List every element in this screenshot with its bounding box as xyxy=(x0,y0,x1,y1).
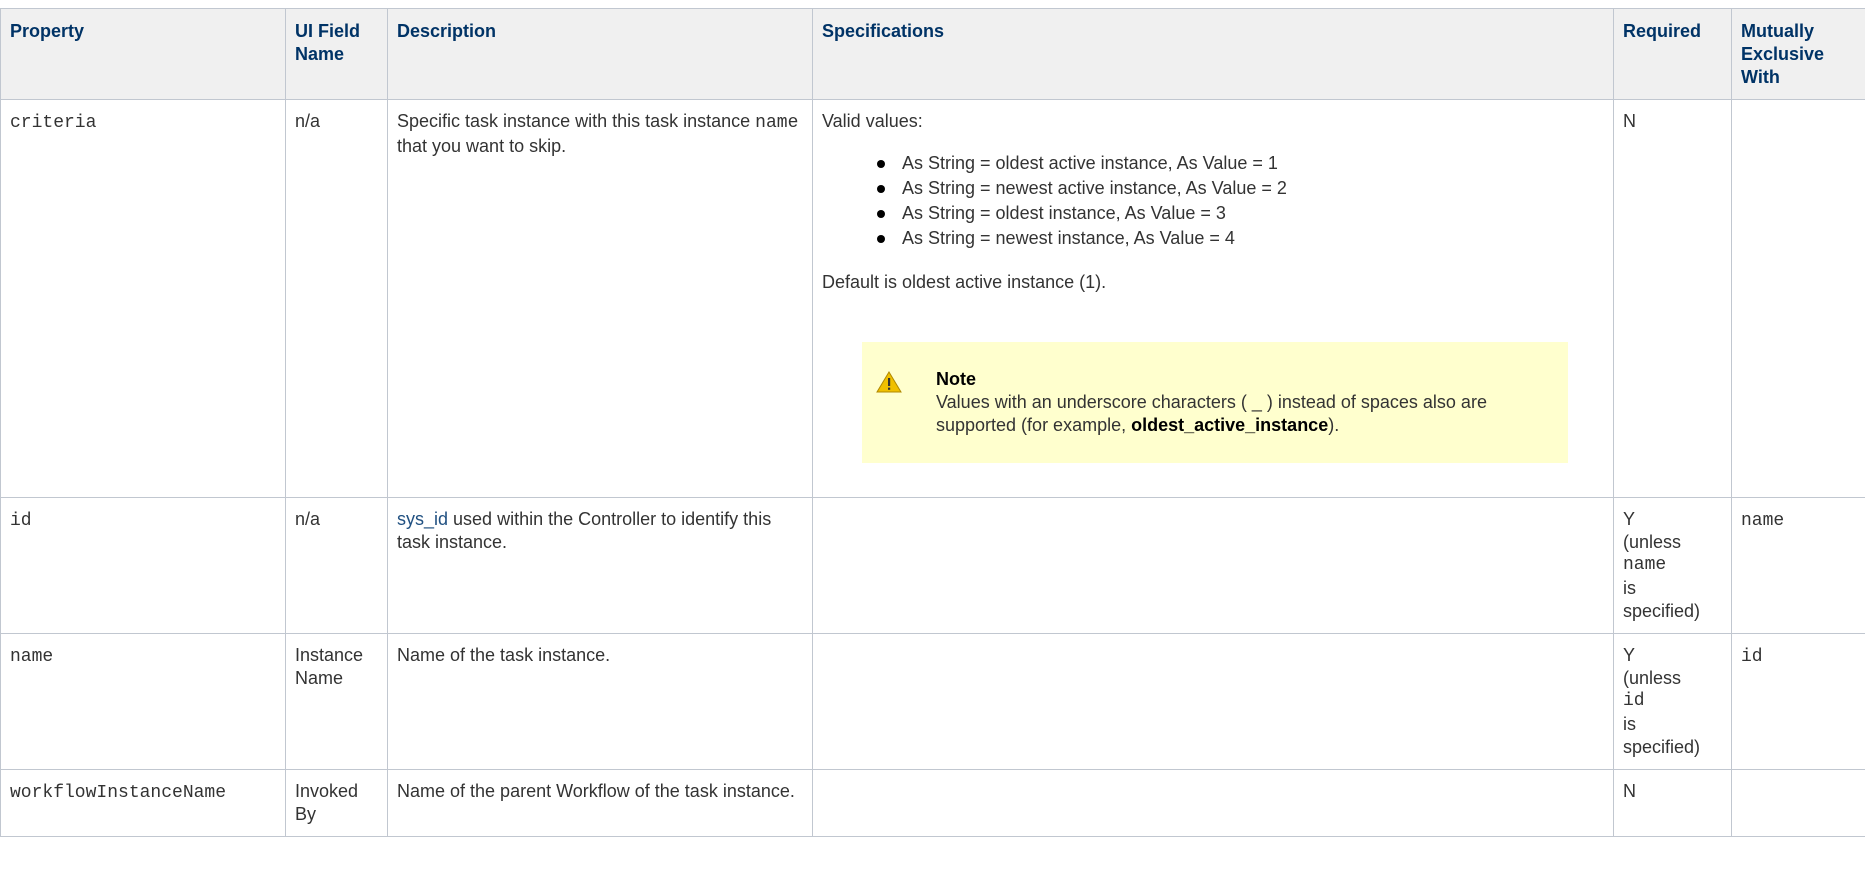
sys-id-link[interactable]: sys_id xyxy=(397,509,448,529)
table-row-criteria: criteria n/a Specific task instance with… xyxy=(1,100,1865,498)
cell-exclusive xyxy=(1732,770,1865,837)
list-item: As String = newest instance, As Value = … xyxy=(902,226,1604,251)
cell-ui-field: Invoked By xyxy=(286,770,388,837)
cell-required: N xyxy=(1614,770,1732,837)
cell-description: sys_id used within the Controller to ide… xyxy=(388,498,813,634)
valid-values-list: As String = oldest active instance, As V… xyxy=(822,151,1604,251)
cell-exclusive: id xyxy=(1732,634,1865,770)
note-body: Values with an underscore characters ( _… xyxy=(936,391,1548,437)
cell-required: Y (unless id is specified) xyxy=(1614,634,1732,770)
note-text: ). xyxy=(1328,415,1339,435)
required-text: specified) xyxy=(1623,736,1722,759)
property-name: criteria xyxy=(10,113,96,133)
header-property: Property xyxy=(1,9,286,100)
required-text: is xyxy=(1623,577,1722,600)
list-item: As String = oldest instance, As Value = … xyxy=(902,201,1604,226)
cell-exclusive xyxy=(1732,100,1865,498)
required-text: (unless xyxy=(1623,667,1722,690)
cell-required: N xyxy=(1614,100,1732,498)
cell-description: Specific task instance with this task in… xyxy=(388,100,813,498)
cell-property: id xyxy=(1,498,286,634)
exclusive-code: id xyxy=(1741,647,1763,667)
cell-specifications xyxy=(813,770,1614,837)
cell-ui-field: n/a xyxy=(286,100,388,498)
cell-ui-field: n/a xyxy=(286,498,388,634)
cell-specifications xyxy=(813,634,1614,770)
note-example: oldest_active_instance xyxy=(1131,415,1328,435)
property-name: id xyxy=(10,511,32,531)
required-code: name xyxy=(1623,554,1722,577)
header-specifications: Specifications xyxy=(813,9,1614,100)
required-text: (unless xyxy=(1623,531,1722,554)
property-name: name xyxy=(10,647,53,667)
spec-default: Default is oldest active instance (1). xyxy=(822,271,1604,294)
properties-table: Property UI Field Name Description Speci… xyxy=(0,8,1865,837)
cell-required: Y (unless name is specified) xyxy=(1614,498,1732,634)
note-title: Note xyxy=(936,368,1548,391)
cell-description: Name of the parent Workflow of the task … xyxy=(388,770,813,837)
table-row-id: id n/a sys_id used within the Controller… xyxy=(1,498,1865,634)
exclusive-code: name xyxy=(1741,511,1784,531)
warning-icon xyxy=(876,371,902,393)
header-required: Required xyxy=(1614,9,1732,100)
cell-specifications: Valid values: As String = oldest active … xyxy=(813,100,1614,498)
header-description: Description xyxy=(388,9,813,100)
required-value: Y xyxy=(1623,644,1722,667)
list-item: As String = oldest active instance, As V… xyxy=(902,151,1604,176)
desc-text: used within the Controller to identify t… xyxy=(397,509,771,552)
cell-ui-field: Instance Name xyxy=(286,634,388,770)
header-row: Property UI Field Name Description Speci… xyxy=(1,9,1865,100)
header-ui-field-name: UI Field Name xyxy=(286,9,388,100)
cell-description: Name of the task instance. xyxy=(388,634,813,770)
table-row-name: name Instance Name Name of the task inst… xyxy=(1,634,1865,770)
cell-property: workflowInstanceName xyxy=(1,770,286,837)
table-row-workflowinstancename: workflowInstanceName Invoked By Name of … xyxy=(1,770,1865,837)
note-panel: Note Values with an underscore character… xyxy=(862,342,1568,463)
desc-text: that you want to skip. xyxy=(397,136,566,156)
desc-text: Specific task instance with this task in… xyxy=(397,111,755,131)
required-value: Y xyxy=(1623,508,1722,531)
property-name: workflowInstanceName xyxy=(10,783,226,803)
cell-property: name xyxy=(1,634,286,770)
spec-intro: Valid values: xyxy=(822,110,1604,133)
desc-code: name xyxy=(755,113,798,133)
cell-exclusive: name xyxy=(1732,498,1865,634)
required-code: id xyxy=(1623,690,1722,713)
cell-specifications xyxy=(813,498,1614,634)
required-text: is xyxy=(1623,713,1722,736)
list-item: As String = newest active instance, As V… xyxy=(902,176,1604,201)
cell-property: criteria xyxy=(1,100,286,498)
header-mutually-exclusive-with: Mutually Exclusive With xyxy=(1732,9,1865,100)
required-text: specified) xyxy=(1623,600,1722,623)
